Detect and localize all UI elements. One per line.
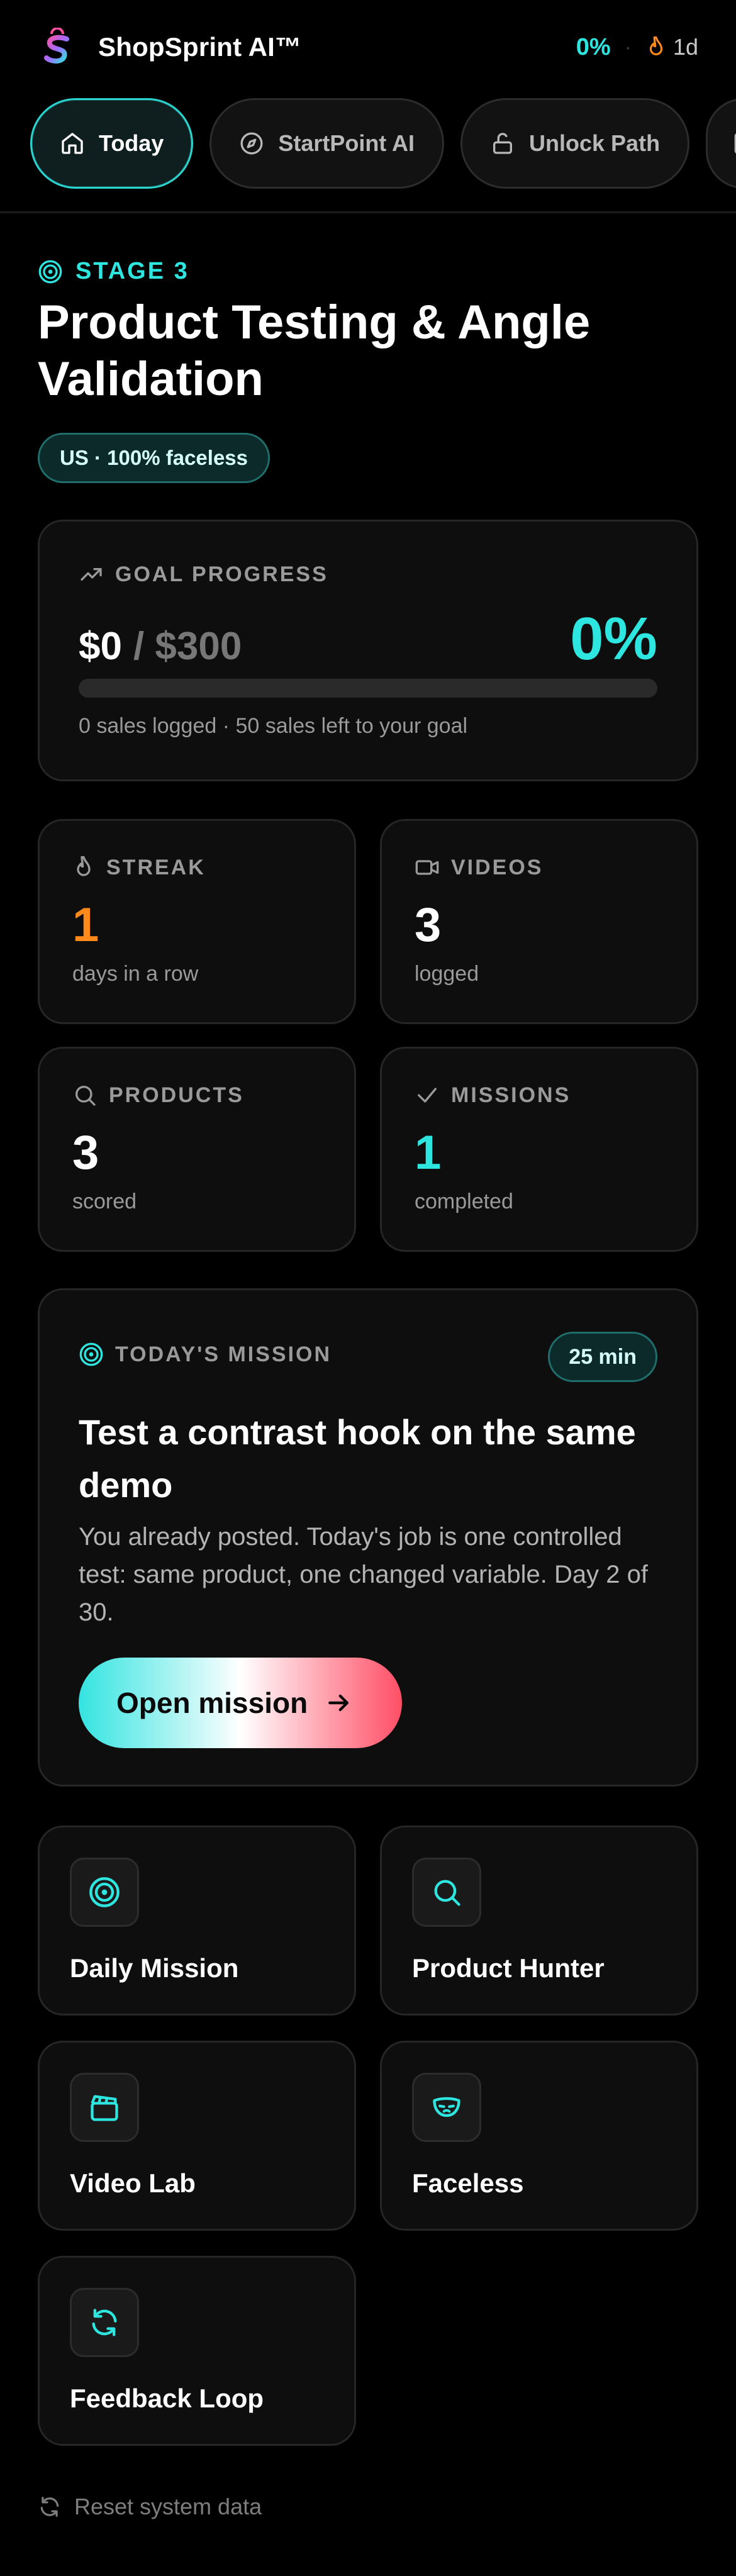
stat-label-text: STREAK (106, 855, 206, 879)
arrow-right-icon (328, 1694, 349, 1712)
nav-tabs: Today StartPoint AI Unlock Path (30, 98, 736, 189)
tool-icon-box (70, 1858, 139, 1927)
goal-percent: 0% (570, 605, 657, 672)
app-header: ShopSprint AI™ 0% · 1d (0, 0, 736, 94)
home-icon (62, 133, 83, 154)
mission-description: You already posted. Today's job is one c… (79, 1523, 648, 1626)
page-title: Product Testing & Angle Validation (38, 296, 591, 406)
tool-faceless[interactable]: Faceless (380, 2041, 698, 2231)
app-logo (44, 28, 69, 64)
document-icon (734, 133, 736, 153)
stat-value: 1 (415, 1126, 442, 1179)
stat-sub: days in a row (72, 962, 199, 986)
app-title: ShopSprint AI™ (98, 32, 302, 62)
flame-icon (649, 36, 663, 55)
tool-label: Daily Mission (70, 1953, 239, 1983)
flame-icon (77, 856, 91, 876)
tool-icon-box (412, 2073, 481, 2142)
reset-label: Reset system data (74, 2494, 262, 2519)
stage-label: STAGE 3 (38, 258, 189, 285)
mission-label-text: TODAY'S MISSION (115, 1342, 332, 1366)
stat-label: PRODUCTS (72, 1083, 321, 1108)
goal-target: / $300 (133, 625, 242, 668)
refresh-icon (92, 2309, 117, 2336)
goal-note: 0 sales logged · 50 sales left to your g… (79, 714, 468, 738)
mission-duration-badge: 25 min (548, 1332, 657, 1382)
unlock-icon (493, 133, 513, 154)
search-icon (75, 1086, 96, 1106)
goal-amount: $0 (79, 625, 122, 668)
header-progress-pct: 0% (576, 33, 611, 60)
stat-sub: scored (72, 1190, 137, 1213)
tool-feedback-loop[interactable]: Feedback Loop (38, 2256, 356, 2446)
tab-label: StartPoint AI (278, 130, 415, 156)
tool-icon-box (70, 2288, 139, 2357)
trending-up-icon (81, 568, 102, 581)
mask-icon (433, 2097, 460, 2117)
video-camera-icon (415, 860, 439, 875)
search-icon (434, 1880, 460, 1906)
header-divider (0, 211, 736, 213)
stat-label-text: MISSIONS (451, 1083, 571, 1107)
tool-icon-box (412, 1858, 481, 1927)
goal-label-text: GOAL PROGRESS (115, 562, 328, 586)
open-mission-label: Open mission (116, 1687, 308, 1719)
target-icon (38, 260, 62, 283)
header-streak-value: 1d (672, 34, 698, 60)
tool-video-lab[interactable]: Video Lab (38, 2041, 356, 2231)
header-status: 0% · 1d (576, 34, 698, 61)
stat-sub: completed (415, 1190, 513, 1213)
tool-product-hunter[interactable]: Product Hunter (380, 1826, 698, 2016)
tool-label: Product Hunter (412, 1953, 605, 1983)
stat-card-streak: STREAK 1 days in a row (38, 819, 356, 1024)
tab-unlock-path[interactable]: Unlock Path (460, 98, 690, 189)
mission-title: Test a contrast hook on the same demo (79, 1412, 636, 1505)
market-pill: US · 100% faceless (38, 433, 270, 483)
tool-label: Feedback Loop (70, 2384, 264, 2413)
stat-sub: logged (415, 962, 479, 986)
goal-label: GOAL PROGRESS (79, 562, 657, 587)
header-streak: 1d (645, 34, 698, 60)
stat-label-text: VIDEOS (451, 855, 544, 879)
stat-card-products: PRODUCTS 3 scored (38, 1047, 356, 1252)
stat-card-videos: VIDEOS 3 logged (380, 819, 698, 1024)
tab-label: Unlock Path (529, 130, 661, 156)
tab-startpoint-ai[interactable]: StartPoint AI (209, 98, 445, 189)
stage-number: STAGE 3 (75, 258, 189, 284)
stat-value: 3 (72, 1126, 99, 1179)
tool-icon-box (70, 2073, 139, 2142)
refresh-icon (40, 2497, 59, 2517)
tab-today[interactable]: Today (30, 98, 194, 189)
target-icon (79, 1342, 103, 1366)
tool-label: Video Lab (70, 2168, 196, 2198)
mission-label: TODAY'S MISSION (79, 1342, 332, 1367)
stat-label: MISSIONS (415, 1083, 664, 1108)
stat-value: 3 (415, 898, 442, 952)
goal-progress-bar (79, 679, 657, 698)
tab-label: Today (99, 130, 164, 156)
clapperboard-icon (91, 2095, 118, 2121)
goal-progress-card: GOAL PROGRESS $0 / $300 0% 0 sales logge… (38, 520, 698, 781)
tool-daily-mission[interactable]: Daily Mission (38, 1826, 356, 2016)
stat-card-missions: MISSIONS 1 completed (380, 1047, 698, 1252)
compass-icon (240, 132, 263, 155)
goal-values: $0 / $300 0% (79, 605, 657, 674)
tool-label: Faceless (412, 2168, 524, 2198)
open-mission-button[interactable]: Open mission (79, 1658, 402, 1748)
stat-label: STREAK (72, 855, 321, 880)
header-separator: · (624, 35, 632, 59)
stat-label: VIDEOS (415, 855, 664, 880)
stat-value: 1 (72, 898, 99, 952)
reset-system-data-link[interactable]: Reset system data (38, 2494, 262, 2520)
check-icon (418, 1088, 437, 1103)
todays-mission-card: TODAY'S MISSION 25 min Test a contrast h… (38, 1288, 698, 1787)
stat-label-text: PRODUCTS (109, 1083, 244, 1107)
target-icon (89, 1877, 120, 1907)
tab-more[interactable] (706, 98, 736, 189)
